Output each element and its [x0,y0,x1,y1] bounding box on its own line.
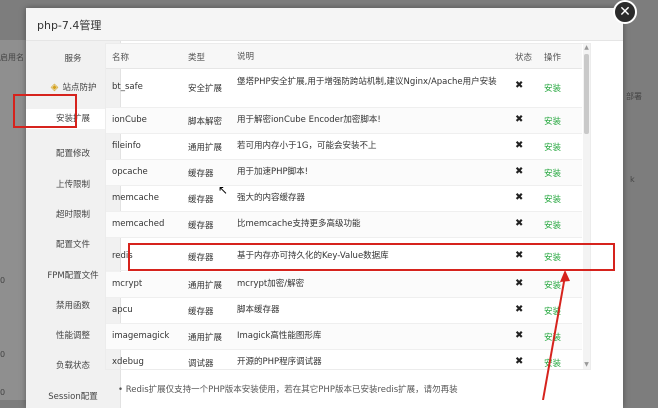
sidebar-item-label: 性能调整 [55,331,90,341]
status-x-icon: ✖ [515,192,524,203]
ext-type: 缓存器 [188,307,214,317]
header-type: 类型 [188,53,206,63]
install-button[interactable]: 安装 [544,82,561,94]
ext-desc: 强大的内容缓存器 [237,193,306,203]
table-header: 名称 类型 说明 状态 操作 [106,44,582,69]
header-action: 操作 [544,53,562,63]
table-row: ionCube 脚本解密 用于解密ionCube Encoder加密脚本! ✖ … [106,108,582,134]
ext-type: 通用扩展 [188,143,223,153]
sidebar-item-label: 站点防护 [62,83,97,93]
status-x-icon: ✖ [515,166,524,177]
status-x-icon: ✖ [515,140,524,151]
footer-note: • Redis扩展仅支持一个PHP版本安装使用，若在其它PHP版本已安装redi… [118,385,458,395]
status-x-icon: ✖ [515,80,524,91]
background-text: 部署 [626,92,642,101]
status-x-icon: ✖ [515,218,524,229]
status-x-icon: ✖ [515,356,524,367]
install-button[interactable]: 安装 [544,193,561,205]
table-row: xdebug 调试器 开源的PHP程序调试器 ✖ 安装 [106,350,582,369]
status-x-icon: ✖ [515,304,524,315]
ext-name: memcache [112,193,159,203]
ext-type: 缓存器 [188,221,214,231]
footer-note-text: Redis扩展仅支持一个PHP版本安装使用，若在其它PHP版本已安装redis扩… [125,385,458,395]
table-row: apcu 缓存器 脚本缓存器 ✖ 安装 [106,298,582,324]
ext-name: apcu [112,305,133,315]
annotation-arrow [542,270,570,400]
ext-type: 缓存器 [188,195,214,205]
status-x-icon: ✖ [515,330,524,341]
install-button[interactable]: 安装 [544,167,561,179]
sidebar-item-label: Session配置 [48,392,98,402]
ext-desc: 开源的PHP程序调试器 [237,357,322,367]
shield-icon: ◈ [50,81,59,93]
ext-name: fileinfo [112,141,141,151]
sidebar-item-label: 配置修改 [55,149,90,159]
dialog-titlebar: php-7.4管理 [26,8,623,41]
table-row: fileinfo 通用扩展 若可用内存小于1G，可能会安装不上 ✖ 安装 [106,134,582,160]
ext-name: mcrypt [112,279,143,289]
sidebar-item-label: 上传限制 [55,180,90,190]
ext-type: 调试器 [188,359,214,369]
ext-desc: Imagick高性能图形库 [237,331,322,341]
extension-table: 名称 类型 说明 状态 操作 bt_safe 安全扩展 堡塔PHP安全扩展,用于… [105,43,591,370]
background-text: 启用名 [0,53,24,62]
mouse-cursor-icon: ↖ [218,183,229,197]
table-row: imagemagick 通用扩展 Imagick高性能图形库 ✖ 安装 [106,324,582,350]
close-icon[interactable]: ✕ [613,0,637,24]
ext-desc: 脚本缓存器 [237,305,280,315]
ext-name: memcached [112,219,165,229]
table-row: opcache 缓存器 用于加速PHP脚本! ✖ 安装 [106,160,582,186]
header-desc: 说明 [237,52,255,62]
scroll-up-icon[interactable]: ▲ [583,44,590,51]
highlight-box-redis-row [128,243,615,271]
header-name: 名称 [112,53,130,63]
status-x-icon: ✖ [515,114,524,125]
dialog-title: php-7.4管理 [37,19,102,32]
status-x-icon: ✖ [515,278,524,289]
table-row: bt_safe 安全扩展 堡塔PHP安全扩展,用于增强防跨站机制,建议Nginx… [106,69,582,108]
sidebar-item-label: 配置文件 [55,240,90,250]
ext-type: 缓存器 [188,169,214,179]
sidebar-item-label: 超时限制 [55,210,90,220]
sidebar-item-label: 禁用函数 [55,301,90,311]
table-scrollbar[interactable]: ▲ ▼ [583,44,590,369]
ext-name: xdebug [112,357,144,367]
scroll-down-icon[interactable]: ▼ [583,360,590,369]
ext-name: opcache [112,167,148,177]
ext-desc: 堡塔PHP安全扩展,用于增强防跨站机制,建议Nginx/Apache用户安装 [237,77,497,87]
header-status: 状态 [515,53,533,63]
ext-type: 通用扩展 [188,333,223,343]
table-row: mcrypt 通用扩展 mcrypt加密/解密 ✖ 安装 [106,272,582,298]
background-text: 0 [0,350,6,359]
table-row: memcache 缓存器 强大的内容缓存器 ✖ 安装 [106,186,582,212]
background-text: 0 [0,276,6,285]
ext-name: bt_safe [112,82,143,92]
ext-desc: mcrypt加密/解密 [237,279,305,289]
sidebar-item-label: 服务 [64,54,82,64]
scroll-thumb[interactable] [584,54,589,134]
table-row: memcached 缓存器 比memcache支持更多高级功能 ✖ 安装 [106,212,582,238]
background-text: 0 [0,388,6,397]
ext-name: imagemagick [112,331,170,341]
ext-desc: 比memcache支持更多高级功能 [237,219,361,229]
ext-name: ionCube [112,115,147,125]
sidebar-item-label: 负载状态 [55,361,90,371]
sidebar-item-label: FPM配置文件 [47,271,99,281]
ext-desc: 用于解密ionCube Encoder加密脚本! [237,115,381,125]
background-text: k [630,175,635,184]
install-button[interactable]: 安装 [544,219,561,231]
ext-type: 安全扩展 [188,84,223,94]
ext-type: 通用扩展 [188,281,223,291]
highlight-box-sidebar [13,94,77,128]
ext-type: 脚本解密 [188,117,223,127]
install-button[interactable]: 安装 [544,115,561,127]
sidebar-item-session-config[interactable]: Session配置 [26,387,120,407]
ext-desc: 用于加速PHP脚本! [237,167,309,177]
install-button[interactable]: 安装 [544,141,561,153]
ext-desc: 若可用内存小于1G，可能会安装不上 [237,141,377,151]
